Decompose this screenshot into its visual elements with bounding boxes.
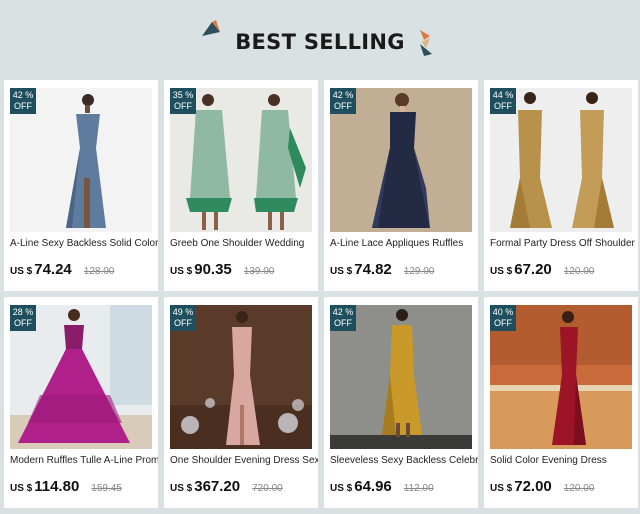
price-row: US $74.82 129.00 — [330, 261, 434, 279]
product-name[interactable]: Modern Ruffles Tulle A-Line Prom — [10, 455, 158, 466]
sale-price: 74.82 — [354, 261, 392, 278]
product-card[interactable]: 42 % OFF A-Line Lace Appliques Ruffles US… — [324, 80, 478, 291]
product-name[interactable]: A-Line Sexy Backless Solid Color — [10, 238, 158, 249]
currency-label: US $ — [10, 483, 33, 494]
original-price: 159.45 — [91, 483, 122, 494]
section-title: BEST SELLING — [235, 30, 405, 54]
discount-badge: 42 % OFF — [330, 88, 356, 114]
sale-price: 114.80 — [34, 478, 80, 495]
sale-price: 367.20 — [194, 478, 241, 495]
product-name[interactable]: Sleeveless Sexy Backless Celebrity — [330, 455, 478, 466]
discount-badge: 40 % OFF — [490, 305, 516, 331]
product-card[interactable]: 44 % OFF Formal Party Dress Off Shoulder … — [484, 80, 638, 291]
discount-badge: 35 % OFF — [170, 88, 196, 114]
currency-label: US $ — [10, 266, 33, 277]
original-price: 128.00 — [83, 266, 115, 277]
original-price: 120.00 — [563, 483, 595, 494]
price-row: US $90.35 139.00 — [170, 261, 274, 279]
price-row: US $367.20 720.00 — [170, 478, 283, 496]
currency-label: US $ — [490, 483, 513, 494]
currency-label: US $ — [490, 266, 513, 277]
product-name[interactable]: Solid Color Evening Dress — [490, 455, 638, 466]
sale-price: 72.00 — [514, 478, 552, 495]
sale-price: 90.35 — [194, 261, 232, 278]
product-name[interactable]: A-Line Lace Appliques Ruffles — [330, 238, 478, 249]
product-card[interactable]: 35 % OFF Greeb One Shoulder Wedding US $9… — [164, 80, 318, 291]
section-header: BEST SELLING — [0, 0, 640, 80]
product-card[interactable]: 40 % OFF Solid Color Evening Dress US $72… — [484, 297, 638, 508]
discount-badge: 44 % OFF — [490, 88, 516, 114]
product-card[interactable]: 49 % OFF One Shoulder Evening Dress Sexy … — [164, 297, 318, 508]
discount-badge: 28 % OFF — [10, 305, 36, 331]
discount-badge: 49 % OFF — [170, 305, 196, 331]
original-price: 139.00 — [243, 266, 275, 277]
sale-price: 64.96 — [354, 478, 392, 495]
sale-price: 67.20 — [514, 261, 552, 278]
product-grid: 42 % OFF A-Line Sexy Backless Solid Color… — [4, 80, 638, 508]
currency-label: US $ — [170, 266, 193, 277]
sale-price: 74.24 — [34, 261, 72, 278]
decorative-triangle-icon — [420, 30, 432, 56]
currency-label: US $ — [170, 483, 193, 494]
currency-label: US $ — [330, 483, 353, 494]
original-price: 129.00 — [403, 266, 435, 277]
product-name[interactable]: Greeb One Shoulder Wedding — [170, 238, 318, 249]
price-row: US $67.20 120.00 — [490, 261, 594, 279]
original-price: 112.00 — [403, 483, 434, 494]
original-price: 120.00 — [563, 266, 595, 277]
product-card[interactable]: 28 % OFF Modern Ruffles Tulle A-Line Prom… — [4, 297, 158, 508]
product-card[interactable]: 42 % OFF Sleeveless Sexy Backless Celebri… — [324, 297, 478, 508]
discount-badge: 42 % OFF — [10, 88, 36, 114]
price-row: US $64.96 112.00 — [330, 478, 434, 496]
product-card[interactable]: 42 % OFF A-Line Sexy Backless Solid Color… — [4, 80, 158, 291]
product-name[interactable]: Formal Party Dress Off Shoulder — [490, 238, 638, 249]
product-name[interactable]: One Shoulder Evening Dress Sexy — [170, 455, 318, 466]
discount-badge: 42 % OFF — [330, 305, 356, 331]
price-row: US $74.24 128.00 — [10, 261, 114, 279]
price-row: US $114.80 159.45 — [10, 478, 122, 496]
price-row: US $72.00 120.00 — [490, 478, 594, 496]
currency-label: US $ — [330, 266, 353, 277]
original-price: 720.00 — [252, 483, 283, 494]
